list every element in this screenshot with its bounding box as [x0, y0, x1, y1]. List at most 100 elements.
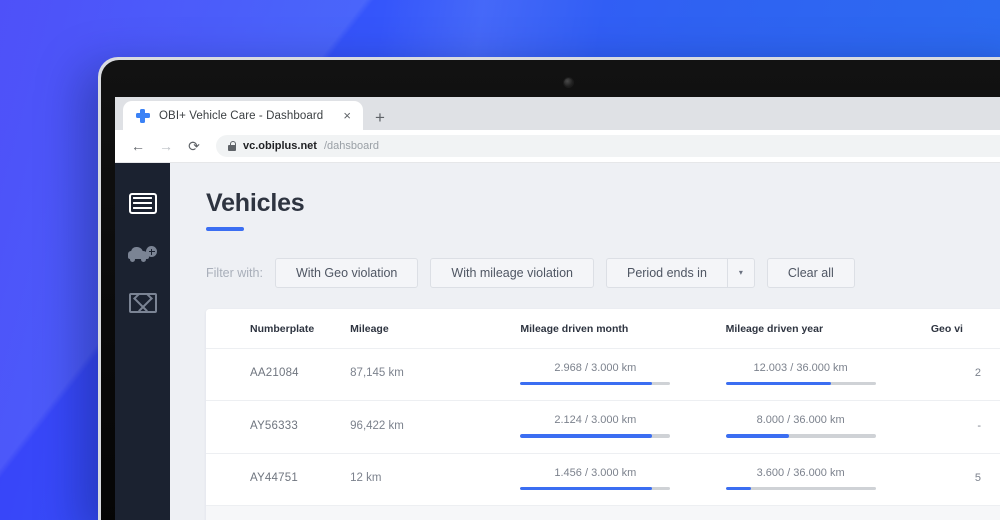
- filter-period-group: Period ends in ▾: [606, 258, 755, 288]
- title-underline: [206, 227, 244, 231]
- messages-icon: [129, 293, 157, 313]
- main-content: Vehicles Filter with: With Geo violation…: [170, 163, 1000, 520]
- year-meter: 12.003 / 36.000 km: [726, 362, 876, 386]
- vehicles-table-card: Numberplate Mileage Mileage driven month…: [206, 309, 1000, 520]
- dashboard-icon: [129, 193, 157, 214]
- cell-geo-violations: 12: [931, 506, 1000, 520]
- table-row[interactable]: AY4475112 km1.456 / 3.000 km 3.600 / 36.0…: [206, 453, 1000, 506]
- chevron-down-icon[interactable]: ▾: [727, 258, 755, 288]
- sidebar-item-add-vehicle[interactable]: [128, 241, 158, 265]
- year-meter: 3.600 / 36.000 km: [726, 467, 876, 491]
- month-meter: 1.456 / 3.000 km: [520, 467, 670, 491]
- filter-period-ends-in-button[interactable]: Period ends in: [606, 258, 727, 288]
- cell-month: 2.124 / 3.000 km: [520, 401, 725, 454]
- year-value: 3.600 / 36.000 km: [726, 467, 876, 479]
- month-value: 2.968 / 3.000 km: [520, 362, 670, 374]
- filter-bar: Filter with: With Geo violation With mil…: [206, 258, 1000, 288]
- year-track: [726, 487, 876, 491]
- month-fill: [520, 382, 652, 386]
- cell-year: 12.003 / 36.000 km: [726, 348, 931, 401]
- browser-chrome: OBI+ Vehicle Care - Dashboard × + ← → ⟳ …: [115, 97, 1000, 163]
- month-fill: [520, 487, 652, 491]
- cell-status: [206, 348, 250, 401]
- month-value: 1.456 / 3.000 km: [520, 467, 670, 479]
- screen: OBI+ Vehicle Care - Dashboard × + ← → ⟳ …: [115, 97, 1000, 520]
- cell-status: [206, 506, 250, 520]
- cell-year: 3.600 / 36.000 km: [726, 453, 931, 506]
- cell-mileage: 87,145 km: [350, 348, 520, 401]
- webcam-icon: [564, 78, 573, 87]
- back-button[interactable]: ←: [125, 133, 151, 159]
- filter-geo-violation-button[interactable]: With Geo violation: [275, 258, 418, 288]
- month-meter: 2.124 / 3.000 km: [520, 414, 670, 438]
- app-body: Vehicles Filter with: With Geo violation…: [115, 163, 1000, 520]
- cell-mileage: 126.415 km: [350, 506, 520, 520]
- cell-year: 8.000 / 36.000 km: [726, 401, 931, 454]
- col-geo-violations: Geo vi: [931, 309, 1000, 349]
- sidebar: [115, 163, 170, 520]
- table-row[interactable]: AY5633396,422 km2.124 / 3.000 km 8.000 / …: [206, 401, 1000, 454]
- obi-plus-favicon-icon: [135, 108, 150, 123]
- lock-icon: [228, 141, 236, 151]
- year-track: [726, 434, 876, 438]
- month-track: [520, 382, 670, 386]
- cell-status: [206, 401, 250, 454]
- clear-all-button[interactable]: Clear all: [767, 258, 855, 288]
- tab-title: OBI+ Vehicle Care - Dashboard: [159, 110, 332, 122]
- cell-month: 2.968 / 3.000 km: [520, 348, 725, 401]
- cell-month: 3.004 / 3.000 km: [520, 506, 725, 520]
- cell-mileage: 12 km: [350, 453, 520, 506]
- filter-label: Filter with:: [206, 266, 263, 280]
- new-tab-button[interactable]: +: [363, 109, 395, 130]
- cell-year: 46.963 / 36.000 km: [726, 506, 931, 520]
- table-row[interactable]: AB48750126.415 km3.004 / 3.000 km46.963 …: [206, 506, 1000, 520]
- col-numberplate: Numberplate: [250, 309, 350, 349]
- close-tab-icon[interactable]: ×: [341, 109, 353, 122]
- month-track: [520, 487, 670, 491]
- col-mileage: Mileage: [350, 309, 520, 349]
- forward-button[interactable]: →: [153, 133, 179, 159]
- month-value: 2.124 / 3.000 km: [520, 414, 670, 426]
- sidebar-item-messages[interactable]: [128, 291, 158, 315]
- year-fill: [726, 487, 752, 491]
- year-fill: [726, 382, 831, 386]
- col-status: [206, 309, 250, 349]
- url-host: vc.obiplus.net: [243, 140, 317, 152]
- cell-geo-violations: -: [931, 401, 1000, 454]
- col-mileage-driven-year: Mileage driven year: [726, 309, 931, 349]
- year-fill: [726, 434, 789, 438]
- month-fill: [520, 434, 652, 438]
- address-bar[interactable]: vc.obiplus.net /dahsboard: [216, 135, 1000, 157]
- url-path: /dahsboard: [324, 140, 379, 152]
- year-value: 8.000 / 36.000 km: [726, 414, 876, 426]
- browser-tab[interactable]: OBI+ Vehicle Care - Dashboard ×: [123, 101, 363, 130]
- screen-bezel: OBI+ Vehicle Care - Dashboard × + ← → ⟳ …: [101, 60, 1000, 520]
- cell-geo-violations: 5: [931, 453, 1000, 506]
- sidebar-item-dashboard[interactable]: [128, 191, 158, 215]
- year-meter: 8.000 / 36.000 km: [726, 414, 876, 438]
- page-title: Vehicles: [206, 189, 1000, 218]
- laptop-device: OBI+ Vehicle Care - Dashboard × + ← → ⟳ …: [98, 57, 1000, 520]
- cell-numberplate: AY56333: [250, 401, 350, 454]
- month-meter: 2.968 / 3.000 km: [520, 362, 670, 386]
- cell-numberplate: AB48750: [250, 506, 350, 520]
- cell-numberplate: AA21084: [250, 348, 350, 401]
- year-value: 12.003 / 36.000 km: [726, 362, 876, 374]
- table-body: AA2108487,145 km2.968 / 3.000 km 12.003 /…: [206, 348, 1000, 520]
- cell-month: 1.456 / 3.000 km: [520, 453, 725, 506]
- browser-toolbar: ← → ⟳ vc.obiplus.net /dahsboard: [115, 130, 1000, 163]
- table-row[interactable]: AA2108487,145 km2.968 / 3.000 km 12.003 /…: [206, 348, 1000, 401]
- vehicles-table: Numberplate Mileage Mileage driven month…: [206, 309, 1000, 520]
- reload-button[interactable]: ⟳: [181, 133, 207, 159]
- add-vehicle-icon: [128, 244, 157, 262]
- cell-mileage: 96,422 km: [350, 401, 520, 454]
- col-mileage-driven-month: Mileage driven month: [520, 309, 725, 349]
- cell-numberplate: AY44751: [250, 453, 350, 506]
- table-header: Numberplate Mileage Mileage driven month…: [206, 309, 1000, 349]
- year-track: [726, 382, 876, 386]
- filter-mileage-violation-button[interactable]: With mileage violation: [430, 258, 594, 288]
- tab-strip: OBI+ Vehicle Care - Dashboard × +: [115, 97, 1000, 130]
- cell-status: [206, 453, 250, 506]
- month-track: [520, 434, 670, 438]
- cell-geo-violations: 2: [931, 348, 1000, 401]
